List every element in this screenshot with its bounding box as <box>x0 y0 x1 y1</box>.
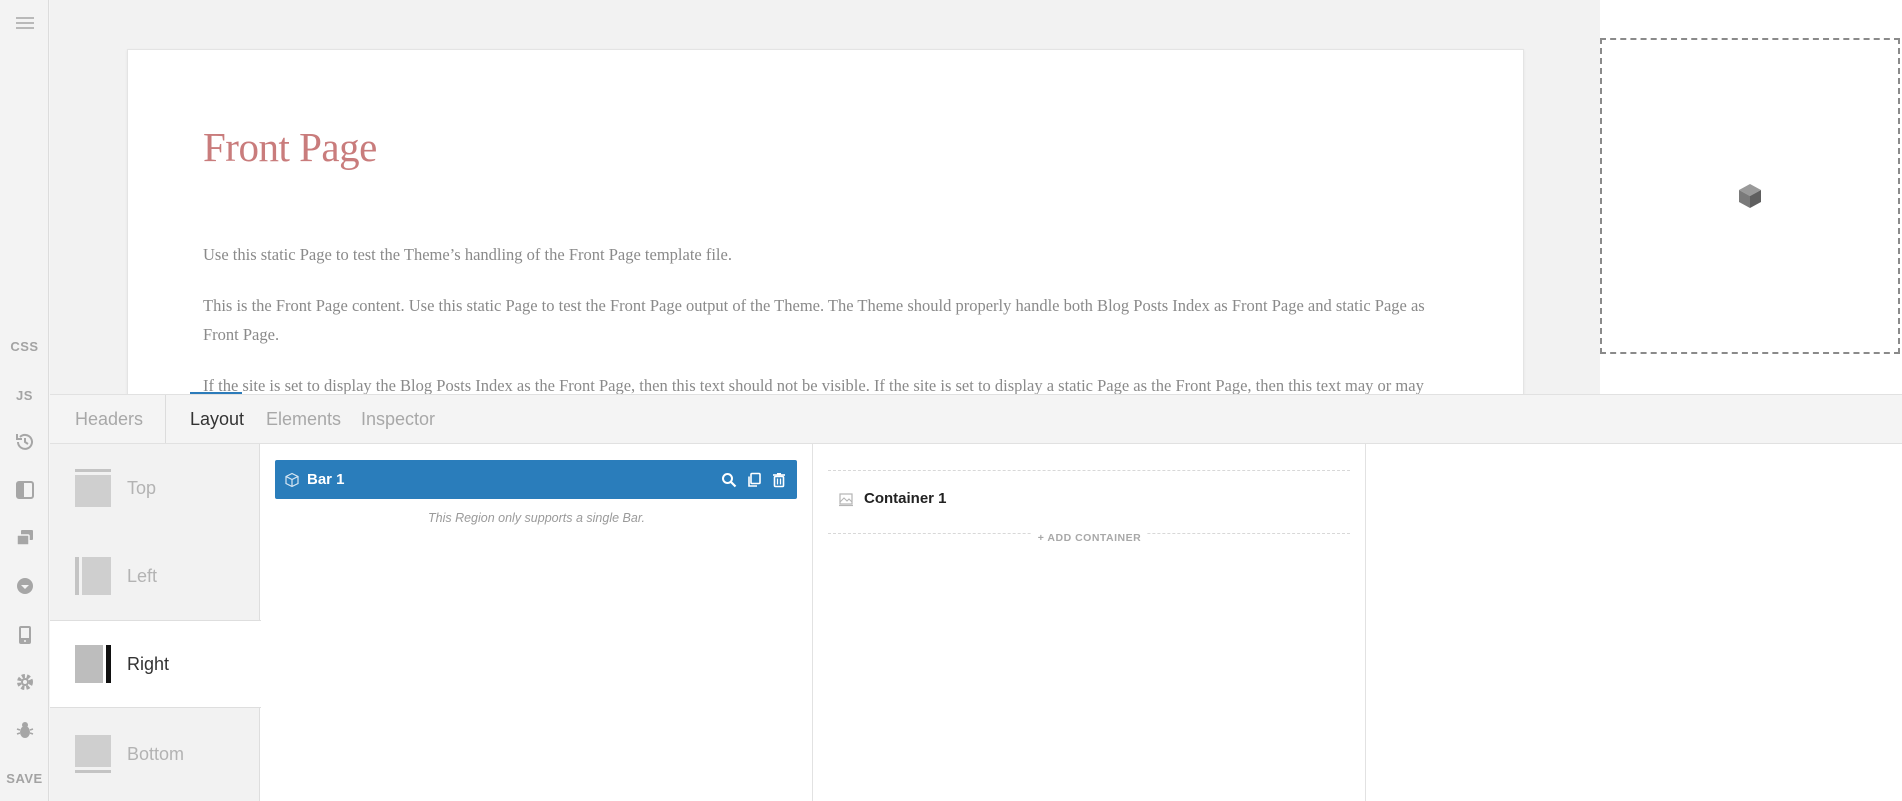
plus-icon: + <box>1037 532 1048 544</box>
bar-item[interactable]: Bar 1 <box>275 460 797 499</box>
region-top[interactable]: Top <box>50 444 260 532</box>
bars-column: Bar 1 This Region only supports a single… <box>260 444 813 801</box>
delete-icon[interactable] <box>769 470 789 490</box>
cube-outline-icon <box>285 472 299 488</box>
duplicate-icon[interactable] <box>744 470 764 490</box>
cube-icon <box>1739 184 1761 208</box>
panel-tabs: Headers Layout Elements Inspector <box>50 394 1902 444</box>
add-container-row: + ADD CONTAINER <box>813 526 1366 545</box>
left-toolbar: CSS JS SAVE <box>0 0 49 801</box>
region-bottom-label: Bottom <box>127 743 185 764</box>
history-icon[interactable] <box>0 424 49 460</box>
tab-headers[interactable]: Headers <box>75 395 143 443</box>
bar-note: This Region only supports a single Bar. <box>427 511 645 525</box>
save-button[interactable]: SAVE <box>0 760 49 796</box>
page-paragraph-2: This is the Front Page content. Use this… <box>203 296 1425 344</box>
region-left-icon <box>75 557 111 595</box>
region-right[interactable]: Right <box>50 620 261 708</box>
bar-label: Bar 1 <box>307 471 345 488</box>
right-sidebar-preview <box>1600 0 1902 394</box>
container-label: Container 1 <box>864 490 947 507</box>
template-icon[interactable] <box>0 568 49 604</box>
js-button[interactable]: JS <box>0 377 49 413</box>
page-content-card: Front Page Use this static Page to test … <box>127 49 1524 394</box>
region-top-label: Top <box>127 477 157 498</box>
menu-icon[interactable] <box>0 5 49 41</box>
page-paragraph-1: Use this static Page to test the Theme’s… <box>203 245 732 264</box>
css-label: CSS <box>10 338 39 354</box>
page-paragraph-3: If the site is set to display the Blog P… <box>203 376 1424 394</box>
tab-divider <box>165 395 166 443</box>
save-label: SAVE <box>6 770 43 786</box>
settings-icon[interactable] <box>0 664 49 700</box>
region-top-icon <box>75 469 111 507</box>
region-left-label: Left <box>127 565 158 586</box>
region-bottom-icon <box>75 735 111 773</box>
region-right-label: Right <box>127 653 170 674</box>
page-title: Front Page <box>203 124 377 170</box>
layers-icon[interactable] <box>0 520 49 556</box>
container-drop-line-top <box>828 470 1350 471</box>
sidebar-layout-icon[interactable] <box>0 472 49 508</box>
builder-panel: Headers Layout Elements Inspector Top Le… <box>50 394 1902 801</box>
empty-bar-placeholder[interactable] <box>1600 38 1900 354</box>
region-list: Top Left Right Bottom <box>50 444 261 801</box>
responsive-icon[interactable] <box>0 617 49 653</box>
tab-layout[interactable]: Layout <box>190 395 244 443</box>
region-right-icon <box>75 645 111 683</box>
containers-column: Container 1 + ADD CONTAINER <box>813 444 1366 801</box>
tab-elements[interactable]: Elements <box>266 395 341 443</box>
css-button[interactable]: CSS <box>0 328 49 364</box>
js-label: JS <box>16 387 33 403</box>
bug-icon[interactable] <box>0 712 49 748</box>
search-icon[interactable] <box>719 470 739 490</box>
container-icon <box>839 492 853 506</box>
add-container-button[interactable]: + ADD CONTAINER <box>1031 532 1148 544</box>
add-container-label: ADD CONTAINER <box>1047 532 1142 544</box>
container-item[interactable]: Container 1 <box>838 490 947 507</box>
region-bottom[interactable]: Bottom <box>50 710 260 798</box>
site-preview: Front Page Use this static Page to test … <box>50 0 1600 394</box>
region-left[interactable]: Left <box>50 532 260 620</box>
tab-inspector[interactable]: Inspector <box>361 395 435 443</box>
